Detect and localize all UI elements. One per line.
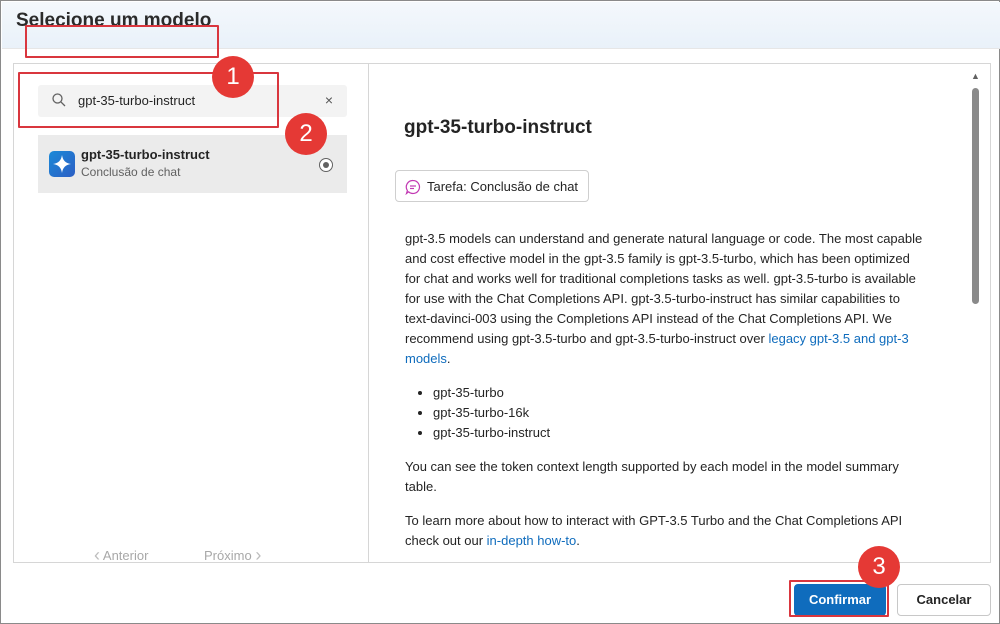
context-length-paragraph: You can see the token context length sup… xyxy=(405,459,899,494)
description-text: gpt-3.5 models can understand and genera… xyxy=(405,231,923,346)
model-description: gpt-3.5 models can understand and genera… xyxy=(405,229,925,562)
learn-more-end: . xyxy=(576,533,580,548)
model-name: gpt-35-turbo-instruct xyxy=(81,147,210,162)
dialog-body: gpt-35-turbo-instruct × gpt-35-turbo-ins… xyxy=(13,63,991,565)
pager-next-label: Próximo xyxy=(204,548,252,563)
list-item: gpt-35-turbo-16k xyxy=(433,403,925,423)
task-chip-label: Tarefa: Conclusão de chat xyxy=(427,179,579,194)
model-task: Conclusão de chat xyxy=(81,165,181,179)
scroll-thumb[interactable] xyxy=(972,88,979,304)
annotation-highlight-search xyxy=(25,25,219,58)
step-badge-2: 2 xyxy=(285,113,327,155)
step-badge-1: 1 xyxy=(212,56,254,98)
sparkle-icon xyxy=(49,151,75,177)
task-chip: Tarefa: Conclusão de chat xyxy=(395,170,589,202)
description-paragraph: gpt-3.5 models can understand and genera… xyxy=(405,229,925,369)
step-badge-3: 3 xyxy=(858,546,900,588)
chat-icon xyxy=(405,179,421,195)
pager-previous-label: Anterior xyxy=(102,548,149,563)
detail-scrollbar[interactable]: ▲ xyxy=(964,64,990,562)
scroll-up-arrow-icon[interactable]: ▲ xyxy=(971,71,980,81)
list-item: gpt-35-turbo xyxy=(433,383,925,403)
learn-more-text: To learn more about how to interact with… xyxy=(405,513,903,548)
model-variant-list: gpt-35-turbo gpt-35-turbo-16k gpt-35-tur… xyxy=(433,383,925,443)
chevron-right-icon: › xyxy=(255,545,262,565)
learn-more-paragraph: To learn more about how to interact with… xyxy=(405,511,925,551)
pager-next[interactable]: Próximo › xyxy=(204,544,261,565)
chevron-left-icon: ‹ xyxy=(94,545,100,565)
pager-previous[interactable]: ‹ Anterior xyxy=(94,544,148,565)
model-detail-pane: gpt-35-turbo-instruct Tarefa: Conclusão … xyxy=(370,64,990,562)
clear-search-icon[interactable]: × xyxy=(320,91,338,109)
model-radio-button[interactable] xyxy=(319,158,333,172)
detail-title: gpt-35-turbo-instruct xyxy=(404,117,592,138)
list-item: gpt-35-turbo-instruct xyxy=(433,423,925,443)
cancel-button[interactable]: Cancelar xyxy=(897,584,991,616)
how-to-link[interactable]: in-depth how-to xyxy=(487,533,577,548)
description-end: . xyxy=(446,351,451,366)
